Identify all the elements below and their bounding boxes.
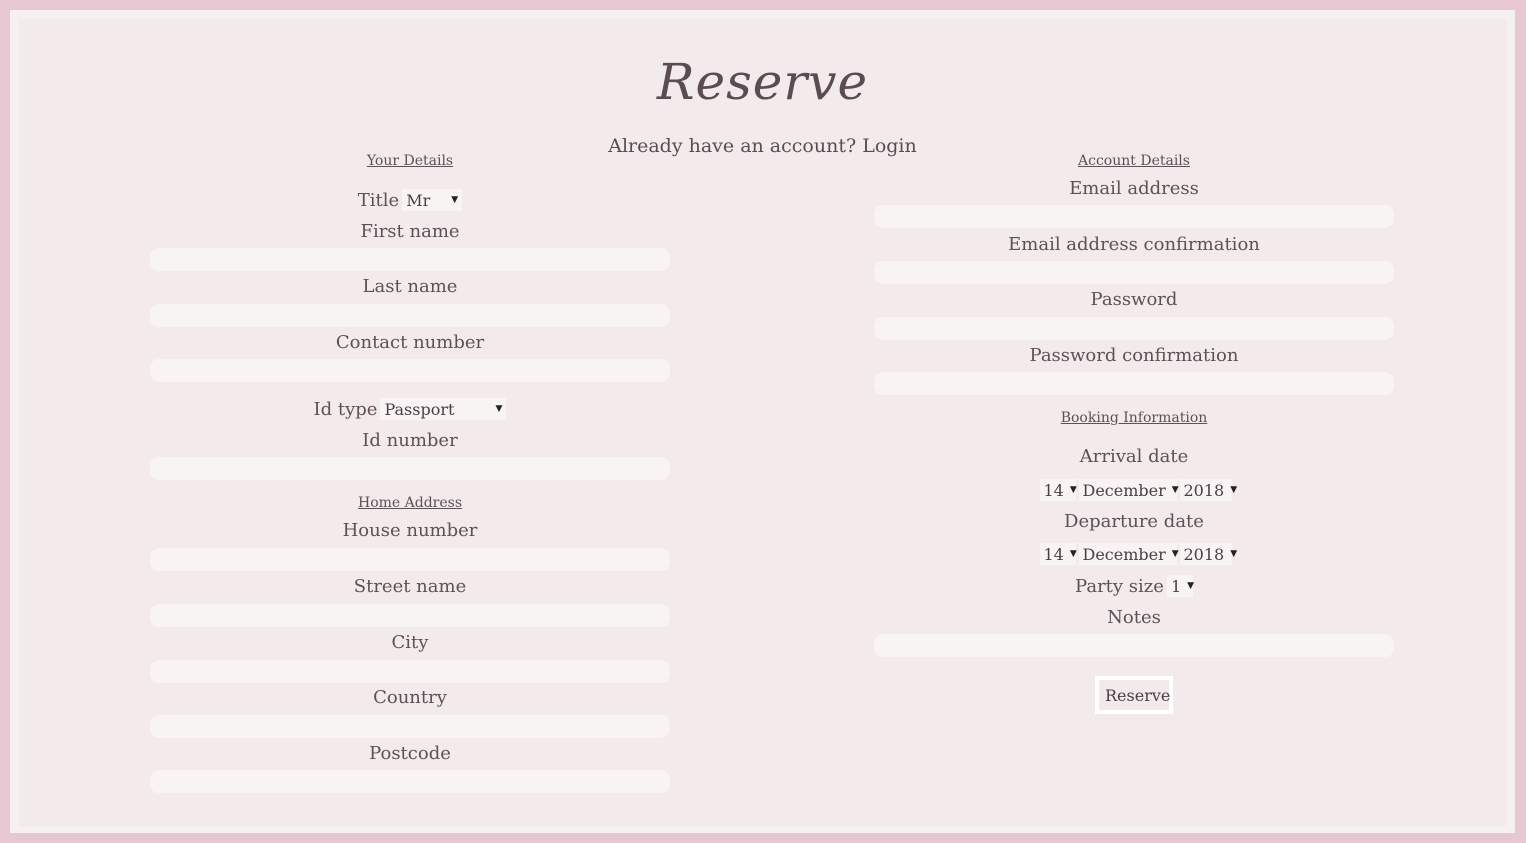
arrival-year-value: 2018 bbox=[1183, 480, 1225, 500]
title-select-value: Mr bbox=[406, 190, 431, 210]
arrival-date-row: 14 ▼ December ▼ 2018 ▼ bbox=[874, 479, 1394, 501]
chevron-down-icon: ▼ bbox=[1171, 485, 1179, 495]
departure-day-value: 14 bbox=[1043, 544, 1064, 564]
chevron-down-icon: ▼ bbox=[1230, 485, 1238, 495]
id-number-label: Id number bbox=[362, 430, 458, 451]
chevron-down-icon: ▼ bbox=[495, 404, 503, 414]
chevron-down-icon: ▼ bbox=[1230, 549, 1238, 559]
left-column: Your Details Title Mr ▼ First name Last … bbox=[150, 19, 670, 826]
postcode-field[interactable] bbox=[150, 770, 670, 793]
arrival-day-value: 14 bbox=[1043, 480, 1064, 500]
departure-month-select[interactable]: December ▼ bbox=[1078, 543, 1179, 565]
departure-year-select[interactable]: 2018 ▼ bbox=[1179, 543, 1237, 565]
notes-label: Notes bbox=[1107, 607, 1161, 628]
arrival-month-select[interactable]: December ▼ bbox=[1078, 479, 1179, 501]
party-size-row: Party size 1 ▼ bbox=[874, 575, 1394, 597]
title-row: Title Mr ▼ bbox=[150, 189, 670, 211]
chevron-down-icon: ▼ bbox=[1069, 485, 1077, 495]
country-field[interactable] bbox=[150, 715, 670, 738]
home-address-heading: Home Address bbox=[357, 495, 463, 511]
right-column: Account Details Email address Email addr… bbox=[874, 19, 1394, 826]
city-label: City bbox=[391, 632, 429, 653]
departure-date-row: 14 ▼ December ▼ 2018 ▼ bbox=[874, 543, 1394, 565]
departure-month-value: December bbox=[1082, 544, 1166, 564]
password-confirm-field[interactable] bbox=[874, 372, 1394, 395]
country-label: Country bbox=[373, 687, 447, 708]
arrival-day-select[interactable]: 14 ▼ bbox=[1039, 479, 1077, 501]
street-name-field[interactable] bbox=[150, 604, 670, 627]
city-field[interactable] bbox=[150, 660, 670, 683]
chevron-down-icon: ▼ bbox=[1171, 549, 1179, 559]
password-label: Password bbox=[1090, 289, 1178, 310]
reserve-form: Reserve Already have an account? Login Y… bbox=[19, 19, 1506, 826]
contact-number-field[interactable] bbox=[150, 359, 670, 382]
account-details-heading: Account Details bbox=[1078, 153, 1190, 169]
password-confirm-label: Password confirmation bbox=[1029, 345, 1239, 366]
last-name-label: Last name bbox=[362, 276, 458, 297]
title-label: Title bbox=[357, 189, 400, 211]
arrival-month-value: December bbox=[1082, 480, 1166, 500]
party-size-label: Party size bbox=[1075, 575, 1164, 597]
departure-date-label: Departure date bbox=[1064, 511, 1204, 532]
postcode-label: Postcode bbox=[369, 743, 451, 764]
id-type-select-value: Passport bbox=[384, 399, 455, 419]
password-field[interactable] bbox=[874, 317, 1394, 340]
chevron-down-icon: ▼ bbox=[1069, 549, 1077, 559]
party-size-value: 1 bbox=[1170, 576, 1182, 596]
arrival-date-label: Arrival date bbox=[1079, 446, 1189, 467]
chevron-down-icon: ▼ bbox=[451, 195, 459, 205]
departure-day-select[interactable]: 14 ▼ bbox=[1039, 543, 1077, 565]
arrival-year-select[interactable]: 2018 ▼ bbox=[1179, 479, 1237, 501]
your-details-heading: Your Details bbox=[366, 153, 454, 169]
booking-info-heading: Booking Information bbox=[1060, 410, 1208, 426]
street-name-label: Street name bbox=[353, 576, 467, 597]
title-select[interactable]: Mr ▼ bbox=[402, 189, 463, 211]
id-number-field[interactable] bbox=[150, 457, 670, 480]
id-type-label: Id type bbox=[313, 398, 378, 420]
first-name-field[interactable] bbox=[150, 248, 670, 271]
party-size-select[interactable]: 1 ▼ bbox=[1166, 575, 1195, 597]
email-confirm-field[interactable] bbox=[874, 261, 1394, 284]
first-name-label: First name bbox=[360, 221, 460, 242]
id-type-select[interactable]: Passport ▼ bbox=[380, 398, 507, 420]
last-name-field[interactable] bbox=[150, 304, 670, 327]
email-confirm-label: Email address confirmation bbox=[1008, 234, 1260, 255]
contact-number-label: Contact number bbox=[335, 332, 485, 353]
chevron-down-icon: ▼ bbox=[1187, 581, 1195, 591]
id-type-row: Id type Passport ▼ bbox=[150, 398, 670, 420]
house-number-field[interactable] bbox=[150, 548, 670, 571]
reserve-button[interactable]: Reserve bbox=[1095, 676, 1173, 714]
notes-field[interactable] bbox=[874, 634, 1394, 657]
departure-year-value: 2018 bbox=[1183, 544, 1225, 564]
email-label: Email address bbox=[1069, 178, 1199, 199]
email-field[interactable] bbox=[874, 205, 1394, 228]
house-number-label: House number bbox=[342, 520, 478, 541]
